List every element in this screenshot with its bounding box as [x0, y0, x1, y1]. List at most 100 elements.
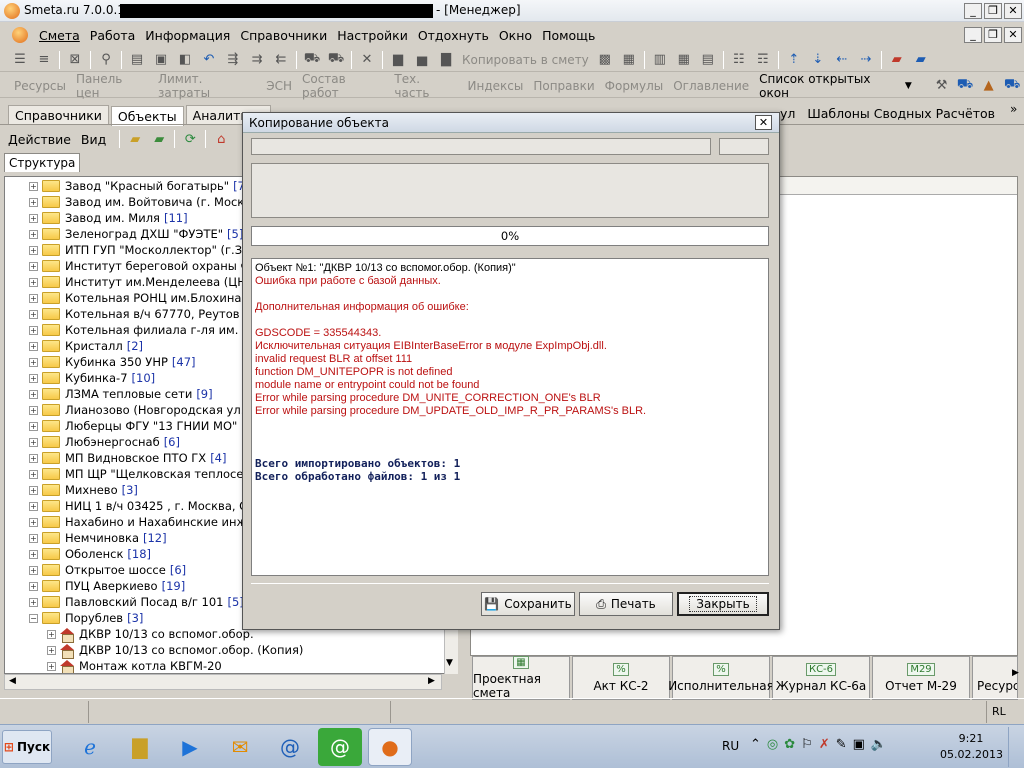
doc2-icon[interactable]: ▦: [619, 51, 639, 69]
expand-icon[interactable]: +: [29, 373, 38, 383]
tab-project-estimate[interactable]: ▦ Проектная смета: [472, 656, 570, 700]
tb-contents[interactable]: Оглавление: [673, 79, 749, 93]
expand-icon[interactable]: +: [29, 325, 38, 335]
tray-display-icon[interactable]: ▣: [853, 737, 865, 752]
media-player-icon[interactable]: ▶: [168, 728, 212, 766]
tb-indexes[interactable]: Индексы: [468, 79, 524, 93]
expand-icon[interactable]: +: [29, 453, 38, 463]
expand-icon[interactable]: +: [29, 293, 38, 303]
internet-explorer-icon[interactable]: ℯ: [68, 728, 112, 766]
sort-down-icon[interactable]: ⇣: [808, 51, 828, 69]
block-icon[interactable]: ▆: [388, 51, 408, 69]
table2-icon[interactable]: ▤: [698, 51, 718, 69]
restore-button[interactable]: ❐: [984, 3, 1002, 19]
table-icon[interactable]: ▦: [674, 51, 694, 69]
layers-icon[interactable]: ▇: [436, 51, 456, 69]
tb-price-panel[interactable]: Панель цен: [76, 72, 148, 100]
more-tabs-icon[interactable]: »: [1010, 102, 1017, 116]
move-icon[interactable]: ⇶: [223, 51, 243, 69]
expand-icon[interactable]: +: [29, 517, 38, 527]
doc-icon[interactable]: ▩: [595, 51, 615, 69]
bricks-icon[interactable]: ▲: [979, 77, 999, 95]
tb-corrections[interactable]: Поправки: [533, 79, 594, 93]
sort-up-icon[interactable]: ⇡: [784, 51, 804, 69]
folder-up-icon[interactable]: ▰: [125, 130, 145, 148]
grid-icon[interactable]: ⊠: [65, 51, 85, 69]
expand-icon[interactable]: +: [29, 533, 38, 543]
indent-icon[interactable]: ⇉: [247, 51, 267, 69]
tab-references[interactable]: Справочники: [8, 105, 109, 125]
expand-icon[interactable]: +: [29, 389, 38, 399]
mail-ru-icon[interactable]: @: [268, 728, 312, 766]
tb-resources[interactable]: Ресурсы: [14, 79, 66, 93]
list2-icon[interactable]: ☶: [753, 51, 773, 69]
menu-work[interactable]: Работа: [85, 28, 141, 43]
expand-icon[interactable]: +: [29, 469, 38, 479]
tray-security-icon[interactable]: ✗: [819, 737, 830, 752]
delete-icon[interactable]: ✕: [357, 51, 377, 69]
close-button[interactable]: Закрыть: [677, 592, 769, 616]
tb-tech-part[interactable]: Тех. часть: [394, 72, 457, 100]
tab-act-ks2[interactable]: % Акт КС-2: [572, 656, 670, 700]
save-button[interactable]: 💾 Сохранить: [481, 592, 575, 616]
expand-icon[interactable]: +: [29, 405, 38, 415]
menu-info[interactable]: Информация: [140, 28, 235, 43]
expand-icon[interactable]: +: [29, 309, 38, 319]
tab-partial[interactable]: ул: [780, 106, 795, 121]
menu-help[interactable]: Помощь: [537, 28, 600, 43]
menu-smeta[interactable]: Смета: [34, 28, 85, 43]
arrow-left-icon[interactable]: ⇠: [832, 51, 852, 69]
copy-icon[interactable]: ▣: [151, 51, 171, 69]
menu-rest[interactable]: Отдохнуть: [413, 28, 494, 43]
expand-icon[interactable]: +: [29, 213, 38, 223]
tree-list-icon[interactable]: ≡: [34, 51, 54, 69]
tab-summary-templates[interactable]: Шаблоны Сводных Расчётов: [807, 106, 995, 121]
expand-icon[interactable]: +: [29, 341, 38, 351]
expand-icon[interactable]: +: [47, 661, 56, 671]
tab-objects[interactable]: Объекты: [110, 106, 184, 126]
tray-agent-icon[interactable]: ✿: [784, 737, 795, 752]
expand-icon[interactable]: +: [29, 421, 38, 431]
mdi-close-button[interactable]: ✕: [1004, 27, 1022, 43]
tb-limit-costs[interactable]: Лимит. затраты: [158, 72, 256, 100]
expand-icon[interactable]: +: [29, 229, 38, 239]
book2-icon[interactable]: ▰: [911, 51, 931, 69]
expand-icon[interactable]: +: [29, 437, 38, 447]
tab-resources[interactable]: Ресурс: [972, 656, 1018, 700]
tray-expand-icon[interactable]: ⌃: [750, 737, 761, 752]
clock[interactable]: 9:21 05.02.2013: [940, 731, 1003, 763]
expand-icon[interactable]: +: [29, 485, 38, 495]
log-area[interactable]: Объект №1: "ДКВР 10/13 со вспомог.обор. …: [251, 258, 769, 576]
save-icon[interactable]: ▤: [127, 51, 147, 69]
book-icon[interactable]: ▰: [887, 51, 907, 69]
minimize-button[interactable]: _: [964, 3, 982, 19]
stack-icon[interactable]: ▅: [412, 51, 432, 69]
show-desktop-button[interactable]: [1008, 727, 1022, 767]
mdi-minimize-button[interactable]: _: [964, 27, 982, 43]
expand-icon[interactable]: +: [29, 581, 38, 591]
tree-child-item[interactable]: + ДКВР 10/13 со вспомог.обор. (Копия): [29, 642, 455, 659]
tab-structure[interactable]: Структура: [4, 153, 81, 172]
expand-icon[interactable]: +: [29, 277, 38, 287]
scroll-right-icon[interactable]: ▶: [428, 676, 435, 686]
chevron-down-icon[interactable]: ▼: [905, 81, 912, 91]
explorer-folder-icon[interactable]: ▇: [118, 728, 162, 766]
expand-icon[interactable]: +: [29, 181, 38, 191]
tray-volume-icon[interactable]: 🔈: [871, 737, 887, 752]
tab-report-m29[interactable]: М29 Отчет М-29: [872, 656, 970, 700]
tb-work-composition[interactable]: Состав работ: [302, 72, 384, 100]
start-button[interactable]: ⊞ Пуск: [2, 729, 52, 764]
expand-icon[interactable]: +: [29, 245, 38, 255]
smeta-app-icon[interactable]: ●: [368, 727, 412, 766]
app-menu-icon[interactable]: [12, 27, 28, 43]
action-menu[interactable]: Действие: [8, 132, 71, 147]
menu-settings[interactable]: Настройки: [332, 28, 413, 43]
tray-flag-icon[interactable]: ⚐: [801, 737, 813, 752]
tray-pen-icon[interactable]: ✎: [836, 737, 847, 752]
tab-executive[interactable]: % Исполнительная: [668, 656, 774, 700]
machine-icon[interactable]: ⛟: [1002, 77, 1022, 95]
expand-icon[interactable]: +: [29, 261, 38, 271]
collapse-icon[interactable]: −: [29, 613, 38, 623]
dialog-close-icon[interactable]: ✕: [755, 115, 772, 130]
tb-esn[interactable]: ЭСН: [266, 79, 292, 93]
